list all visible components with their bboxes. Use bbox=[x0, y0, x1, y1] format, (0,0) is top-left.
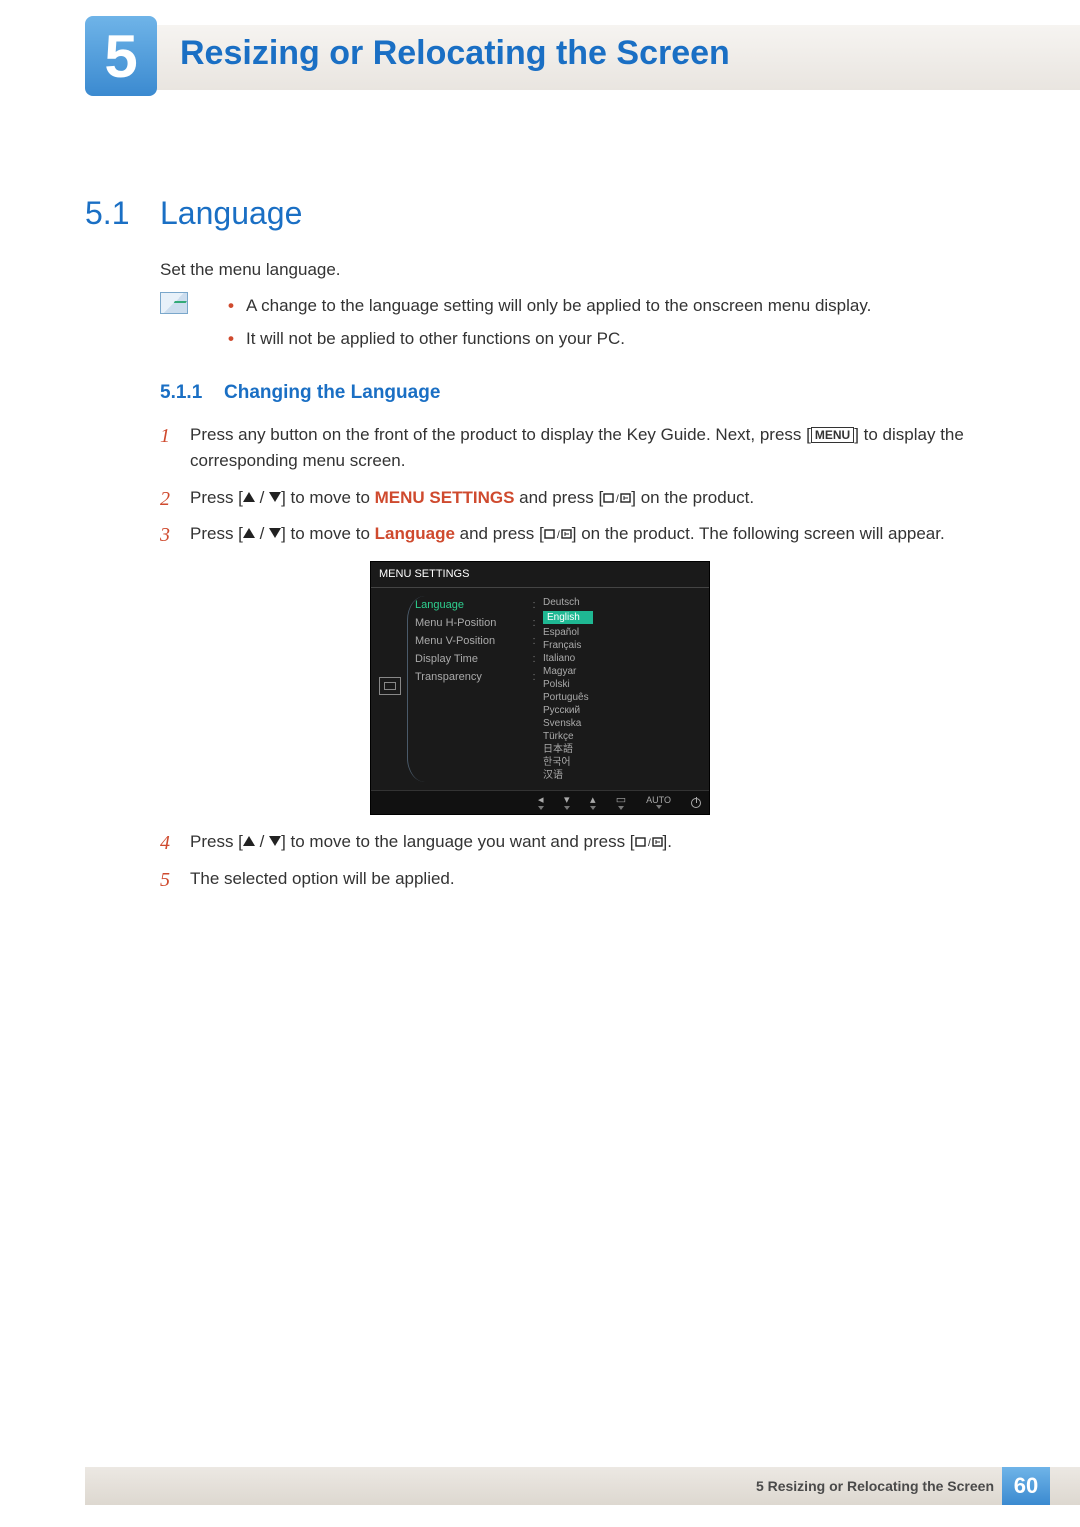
up-arrow-icon bbox=[243, 836, 255, 846]
osd-category-icon bbox=[379, 677, 401, 695]
osd-lang: Русский bbox=[543, 704, 701, 717]
chapter-title: Resizing or Relocating the Screen bbox=[180, 34, 730, 73]
osd-menu-items: Language Menu H-Position Menu V-Position… bbox=[409, 596, 529, 782]
keyword-language: Language bbox=[375, 524, 455, 543]
osd-lang-selected: English bbox=[543, 611, 593, 624]
osd-lang: 日本語 bbox=[543, 743, 701, 756]
step-text: The selected option will be applied. bbox=[190, 869, 455, 888]
up-arrow-icon bbox=[243, 528, 255, 538]
down-arrow-icon bbox=[269, 528, 281, 538]
step-text: ]. bbox=[663, 832, 672, 851]
source-enter-icon: / bbox=[635, 835, 663, 849]
osd-lang: Svenska bbox=[543, 717, 701, 730]
step-text: Press [ bbox=[190, 488, 243, 507]
osd-item: Menu V-Position bbox=[415, 632, 529, 650]
step-text: and press [ bbox=[514, 488, 603, 507]
step-text: Press [ bbox=[190, 832, 243, 851]
step-text: and press [ bbox=[455, 524, 544, 543]
note-icon bbox=[160, 292, 188, 314]
subsection-number: 5.1.1 bbox=[160, 382, 202, 404]
osd-language-list: Deutsch English Español Français Italian… bbox=[539, 596, 701, 782]
source-enter-icon: / bbox=[544, 527, 572, 541]
step-number: 4 bbox=[160, 828, 170, 859]
step-number: 5 bbox=[160, 865, 170, 896]
osd-nav-down-icon: ▾ bbox=[564, 795, 570, 810]
svg-text:/: / bbox=[648, 838, 651, 849]
osd-lang: Français bbox=[543, 639, 701, 652]
step-text: Press any button on the front of the pro… bbox=[190, 425, 811, 444]
step-number: 1 bbox=[160, 421, 170, 452]
osd-item: Menu H-Position bbox=[415, 614, 529, 632]
step-3: 3 Press [ / ] to move to Language and pr… bbox=[160, 521, 990, 815]
osd-nav-enter-icon: ▭ bbox=[616, 795, 626, 810]
subsection-title: Changing the Language bbox=[224, 382, 440, 404]
note-item: A change to the language setting will on… bbox=[228, 292, 990, 319]
section-intro: Set the menu language. bbox=[160, 260, 341, 280]
step-1: 1 Press any button on the front of the p… bbox=[160, 422, 990, 475]
section-number: 5.1 bbox=[85, 195, 129, 232]
menu-key-icon: MENU bbox=[811, 427, 854, 443]
osd-lang: Polski bbox=[543, 678, 701, 691]
chapter-number-badge: 5 bbox=[85, 16, 157, 96]
osd-item: Transparency bbox=[415, 668, 529, 686]
note-item: It will not be applied to other function… bbox=[228, 325, 990, 352]
osd-nav-power-icon bbox=[691, 798, 701, 808]
step-text: ] to move to bbox=[281, 488, 375, 507]
up-arrow-icon bbox=[243, 492, 255, 502]
step-4: 4 Press [ / ] to move to the language yo… bbox=[160, 829, 990, 855]
osd-body: Language Menu H-Position Menu V-Position… bbox=[371, 588, 709, 790]
step-number: 3 bbox=[160, 520, 170, 551]
osd-footer: ◂ ▾ ▴ ▭ AUTO bbox=[371, 790, 709, 814]
step-text: ] on the product. The following screen w… bbox=[572, 524, 945, 543]
step-text: Press [ bbox=[190, 524, 243, 543]
keyword-menu-settings: MENU SETTINGS bbox=[375, 488, 515, 507]
osd-lang: Português bbox=[543, 691, 701, 704]
svg-text:/: / bbox=[616, 494, 619, 505]
osd-lang: Italiano bbox=[543, 652, 701, 665]
step-text: ] on the product. bbox=[631, 488, 754, 507]
osd-item-selected: Language bbox=[415, 596, 529, 614]
svg-text:/: / bbox=[557, 530, 560, 541]
note-list: A change to the language setting will on… bbox=[228, 292, 990, 358]
osd-lang: Magyar bbox=[543, 665, 701, 678]
osd-lang: 한국어 bbox=[543, 756, 701, 769]
osd-lang: Deutsch bbox=[543, 596, 701, 609]
osd-nav-back-icon: ◂ bbox=[538, 795, 544, 810]
osd-nav-auto: AUTO bbox=[646, 796, 671, 809]
page-number: 60 bbox=[1002, 1467, 1050, 1505]
step-text: ] to move to bbox=[281, 524, 375, 543]
osd-item: Display Time bbox=[415, 650, 529, 668]
osd-icon-column bbox=[379, 596, 409, 782]
step-2: 2 Press [ / ] to move to MENU SETTINGS a… bbox=[160, 485, 990, 511]
down-arrow-icon bbox=[269, 836, 281, 846]
osd-lang: 汉语 bbox=[543, 769, 701, 782]
step-5: 5 The selected option will be applied. bbox=[160, 866, 990, 892]
source-enter-icon: / bbox=[603, 491, 631, 505]
page-footer: 5 Resizing or Relocating the Screen 60 bbox=[85, 1467, 1080, 1505]
step-number: 2 bbox=[160, 484, 170, 515]
osd-title: MENU SETTINGS bbox=[371, 562, 709, 588]
osd-lang: Español bbox=[543, 626, 701, 639]
osd-curve-decoration bbox=[407, 596, 425, 782]
section-title: Language bbox=[160, 195, 302, 232]
osd-lang: Türkçe bbox=[543, 730, 701, 743]
steps: 1 Press any button on the front of the p… bbox=[160, 422, 990, 902]
down-arrow-icon bbox=[269, 492, 281, 502]
osd-nav-up-icon: ▴ bbox=[590, 795, 596, 810]
osd-screenshot: MENU SETTINGS Language Menu H-Position M… bbox=[370, 561, 710, 815]
footer-chapter-ref: 5 Resizing or Relocating the Screen bbox=[756, 1478, 1002, 1494]
osd-colon-column: ::::: bbox=[529, 596, 539, 782]
step-text: ] to move to the language you want and p… bbox=[281, 832, 634, 851]
